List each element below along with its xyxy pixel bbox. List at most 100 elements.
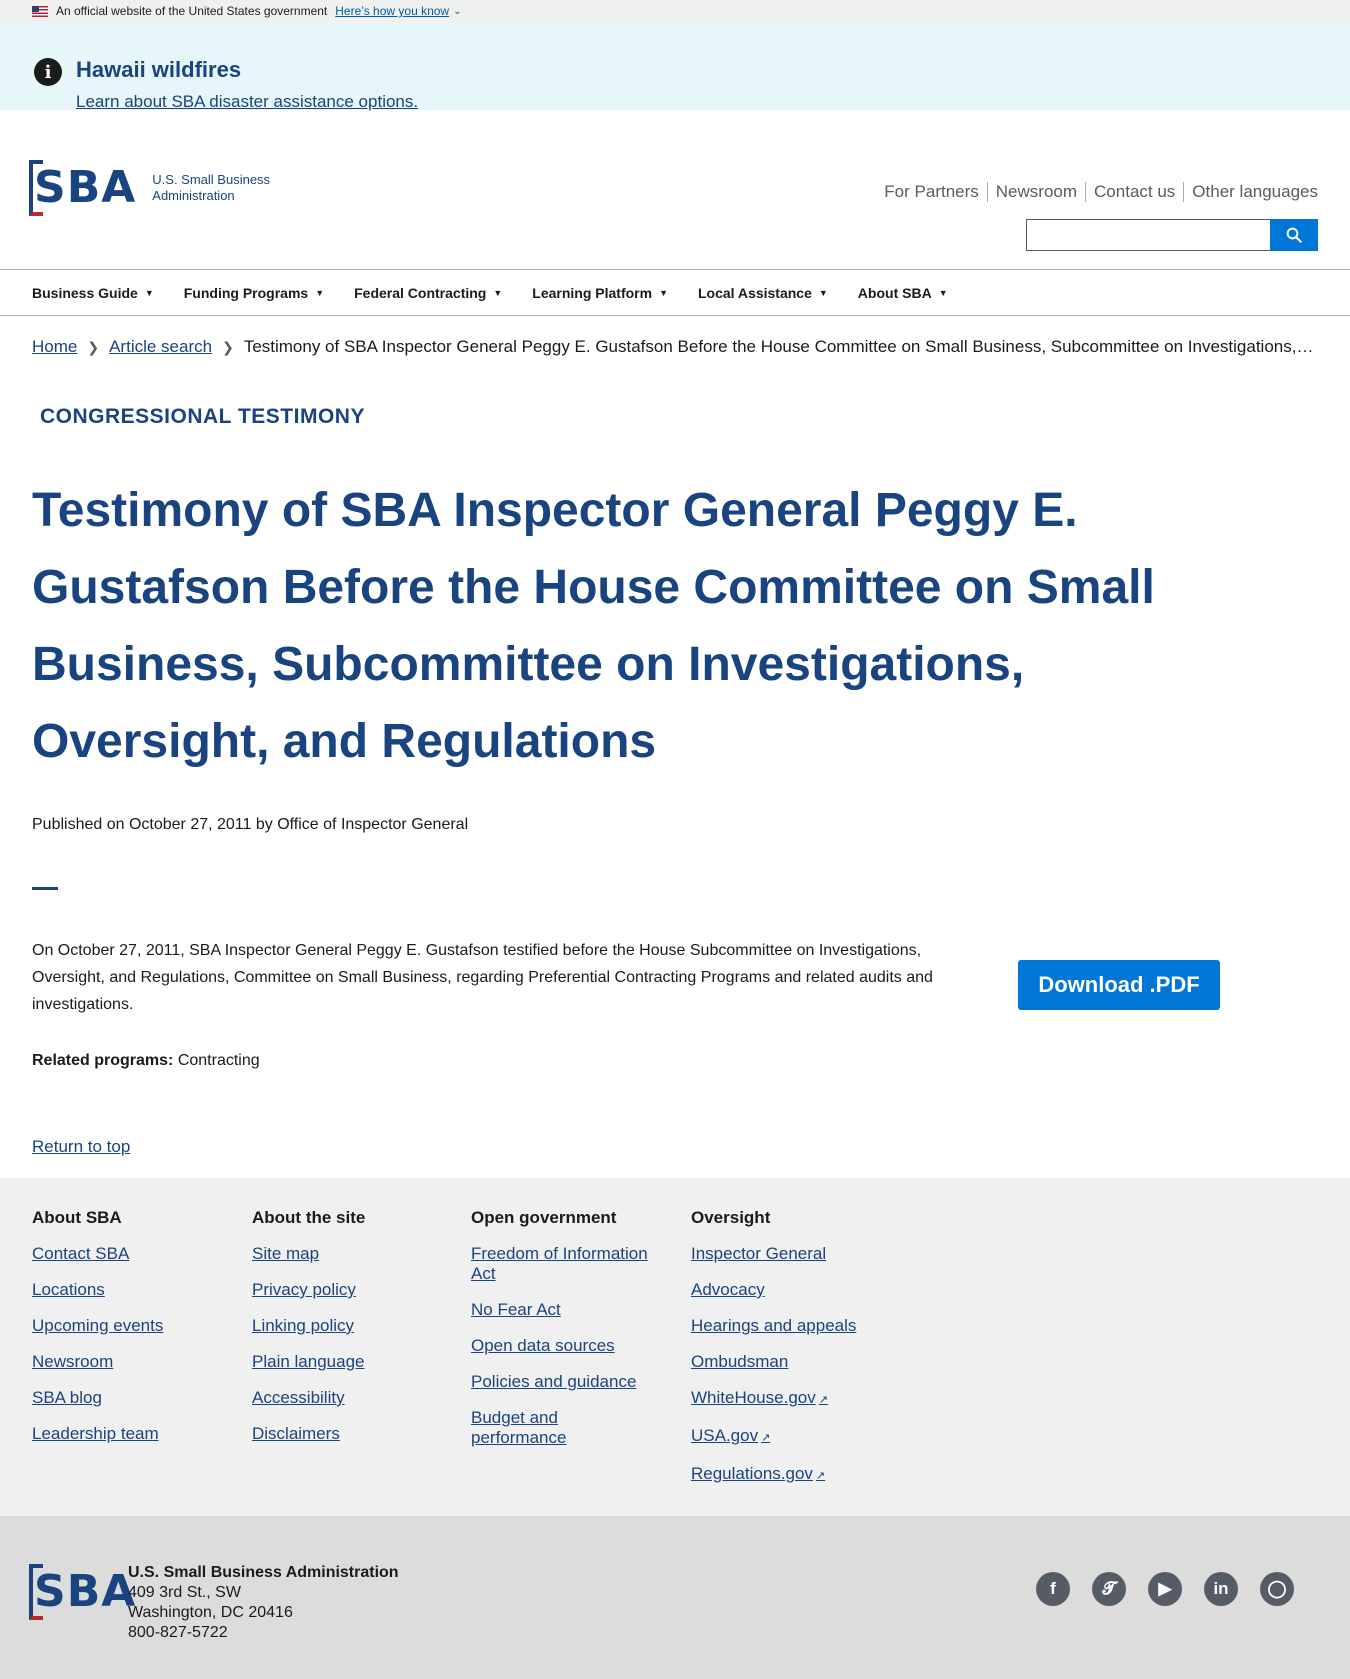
footer-contact-info: U.S. Small Business Administration 409 3… (128, 1563, 399, 1643)
return-to-top-link[interactable]: Return to top (32, 1137, 130, 1157)
footer-link[interactable]: Open data sources (471, 1336, 661, 1356)
nav-learning-platform[interactable]: Learning Platform ▼ (532, 285, 668, 301)
youtube-icon[interactable]: ▶ (1148, 1572, 1182, 1606)
footer-heading: About the site (252, 1208, 366, 1227)
external-link-icon: ↗ (761, 1432, 771, 1444)
address-line2: Washington, DC 20416 (128, 1604, 293, 1621)
search-icon (1286, 227, 1302, 243)
footer-link[interactable]: SBA blog (32, 1388, 222, 1408)
footer-sba-logo[interactable]: SBA (29, 1564, 138, 1620)
external-link-icon: ↗ (815, 1470, 826, 1482)
related-programs: Related programs: Contracting (32, 1052, 260, 1070)
org-name: U.S. Small Business Administration (128, 1564, 399, 1581)
search-button[interactable] (1270, 219, 1318, 251)
util-link-newsroom[interactable]: Newsroom (986, 182, 1085, 202)
article-summary: On October 27, 2011, SBA Inspector Gener… (32, 942, 933, 1013)
footer-link[interactable]: Newsroom (32, 1352, 222, 1372)
chevron-down-icon: ▼ (315, 287, 325, 298)
footer-link[interactable]: Inspector General (691, 1244, 881, 1264)
footer-link-external[interactable]: WhiteHouse.gov ↗ (691, 1388, 881, 1410)
page-title: Testimony of SBA Inspector General Peggy… (32, 484, 1155, 768)
download-pdf-button[interactable]: Download .PDF (1018, 960, 1220, 1010)
site-header: SBA U.S. Small Business Administration F… (0, 110, 1350, 270)
sba-wordmark: U.S. Small Business Administration (152, 172, 271, 203)
nav-business-guide[interactable]: Business Guide ▼ (32, 285, 154, 301)
twitter-icon[interactable]: 𝓣 (1092, 1572, 1126, 1606)
article-type: CONGRESSIONAL TESTIMONY (40, 405, 365, 428)
utility-links: For Partners Newsroom Contact us Other l… (876, 182, 1318, 202)
related-programs-label: Related programs: (32, 1052, 174, 1069)
footer-col-oversight: Oversight Inspector General Advocacy Hea… (691, 1208, 881, 1502)
chevron-down-icon: ▼ (493, 287, 503, 298)
external-link-icon: ↗ (818, 1394, 828, 1406)
footer-link-external[interactable]: Regulations.gov ↗ (691, 1464, 881, 1486)
info-icon: i (34, 58, 62, 86)
phone-number: 800-827-5722 (128, 1624, 228, 1641)
footer-link[interactable]: Freedom of Information Act (471, 1244, 661, 1284)
search-form (1026, 219, 1318, 251)
footer-link[interactable]: Plain language (252, 1352, 442, 1372)
util-link-languages[interactable]: Other languages (1183, 182, 1318, 202)
nav-about-sba[interactable]: About SBA ▼ (858, 285, 948, 301)
chevron-down-icon: ▼ (144, 287, 154, 298)
footer-link[interactable]: Linking policy (252, 1316, 442, 1336)
social-links: f 𝓣 ▶ in ◯ (1014, 1572, 1294, 1606)
util-link-contact[interactable]: Contact us (1085, 182, 1183, 202)
breadcrumb-current: Testimony of SBA Inspector General Peggy… (243, 337, 1318, 356)
chevron-down-icon[interactable]: ⌄ (453, 6, 461, 17)
breadcrumb-article-search[interactable]: Article search (109, 337, 212, 357)
footer-link[interactable]: Ombudsman (691, 1352, 881, 1372)
footer-link[interactable]: Policies and guidance (471, 1372, 661, 1392)
chevron-down-icon: ▼ (818, 287, 828, 298)
breadcrumb-home[interactable]: Home (32, 337, 77, 357)
linkedin-icon[interactable]: in (1204, 1572, 1238, 1606)
nav-federal-contracting[interactable]: Federal Contracting ▼ (354, 285, 502, 301)
footer-link[interactable]: Site map (252, 1244, 442, 1264)
us-flag-icon (32, 5, 48, 17)
how-you-know-link[interactable]: Here’s how you know (335, 4, 449, 18)
footer-link[interactable]: Accessibility (252, 1388, 442, 1408)
related-programs-value: Contracting (177, 1052, 260, 1069)
footer-links: About SBA Contact SBA Locations Upcoming… (0, 1178, 1350, 1516)
address-line1: 409 3rd St., SW (128, 1584, 241, 1601)
sba-logo-mark: SBA (29, 1564, 138, 1620)
footer-bottom: SBA U.S. Small Business Administration 4… (0, 1516, 1350, 1679)
footer-link[interactable]: Locations (32, 1280, 222, 1300)
footer-link[interactable]: Upcoming events (32, 1316, 222, 1336)
instagram-icon[interactable]: ◯ (1260, 1572, 1294, 1606)
footer-col-about-sba: About SBA Contact SBA Locations Upcoming… (32, 1208, 222, 1460)
alert-link[interactable]: Learn about SBA disaster assistance opti… (76, 92, 418, 112)
footer-link[interactable]: Privacy policy (252, 1280, 442, 1300)
footer-col-open-government: Open government Freedom of Information A… (471, 1208, 661, 1464)
footer-col-about-site: About the site Site map Privacy policy L… (252, 1208, 442, 1460)
facebook-icon[interactable]: f (1036, 1572, 1070, 1606)
gov-banner-text: An official website of the United States… (56, 4, 328, 18)
divider (32, 887, 58, 890)
util-link-partners[interactable]: For Partners (876, 182, 986, 202)
chevron-right-icon: ❯ (87, 338, 100, 355)
alert-banner: i Hawaii wildfires Learn about SBA disas… (0, 22, 1350, 112)
chevron-down-icon: ▼ (659, 287, 668, 298)
footer-link[interactable]: Contact SBA (32, 1244, 222, 1264)
chevron-down-icon: ▼ (938, 287, 948, 298)
sba-logo[interactable]: SBA U.S. Small Business Administration (29, 160, 271, 216)
search-input[interactable] (1026, 219, 1270, 251)
footer-heading: Oversight (691, 1208, 771, 1227)
footer-link[interactable]: Hearings and appeals (691, 1316, 881, 1336)
footer-link-external[interactable]: USA.gov ↗ (691, 1426, 881, 1448)
footer-link[interactable]: No Fear Act (471, 1300, 661, 1320)
main-nav: Business Guide ▼ Funding Programs ▼ Federa… (0, 270, 1350, 316)
alert-title: Hawaii wildfires (76, 57, 242, 82)
nav-local-assistance[interactable]: Local Assistance ▼ (698, 285, 828, 301)
gov-banner: An official website of the United States… (0, 0, 1350, 22)
footer-heading: About SBA (32, 1208, 122, 1227)
footer-link[interactable]: Disclaimers (252, 1424, 442, 1444)
sba-logo-mark: SBA (29, 160, 138, 216)
nav-funding-programs[interactable]: Funding Programs ▼ (184, 285, 324, 301)
footer-heading: Open government (471, 1208, 617, 1227)
footer-link[interactable]: Advocacy (691, 1280, 881, 1300)
breadcrumb: Home ❯ Article search ❯ Testimony of SBA… (32, 337, 1318, 357)
published-info: Published on October 27, 2011 by Office … (32, 816, 469, 833)
footer-link[interactable]: Leadership team (32, 1424, 222, 1444)
footer-link[interactable]: Budget and performance (471, 1408, 581, 1448)
